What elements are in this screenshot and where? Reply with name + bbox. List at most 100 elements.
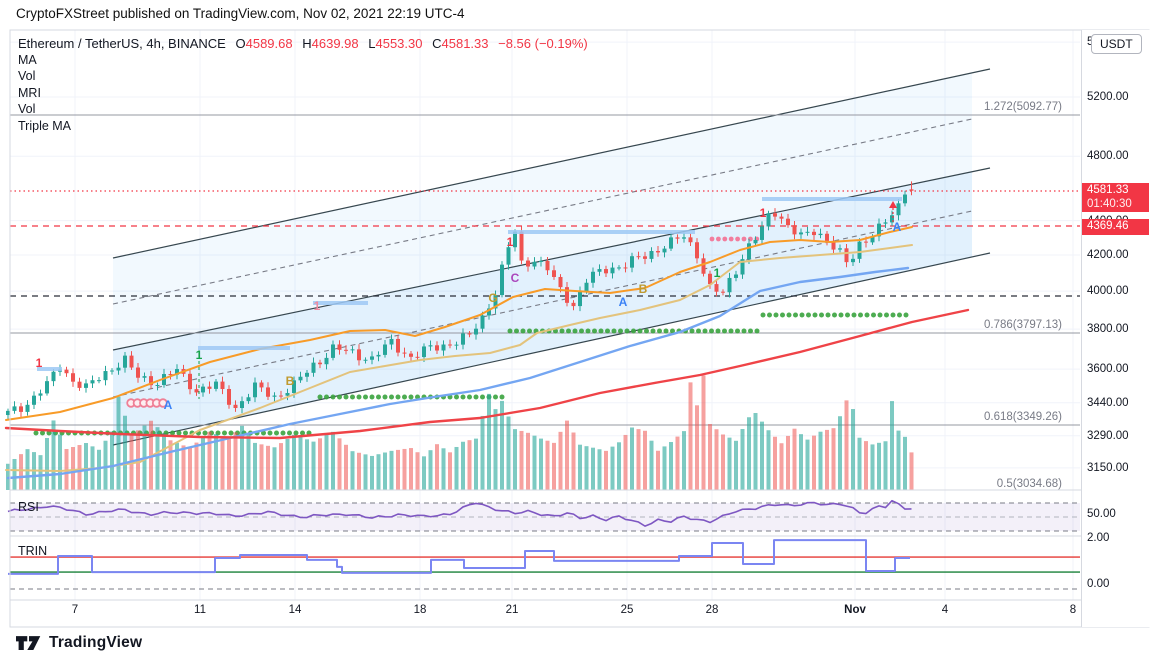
- ohlc-low: 4553.30: [375, 36, 423, 51]
- mri-green-dot: [877, 312, 883, 318]
- ohlc-close: 4581.33: [441, 36, 489, 51]
- time-axis-label: 18: [413, 604, 427, 616]
- mri-green-dot: [33, 430, 39, 436]
- mri-green-dot: [663, 328, 669, 334]
- mri-green-dot: [228, 430, 234, 436]
- mri-pink-dot: [709, 236, 715, 242]
- mri-green-dot: [884, 312, 889, 318]
- mri-green-dot: [460, 394, 466, 400]
- ohlc-close-key: C: [432, 36, 442, 51]
- trin-pane-label[interactable]: TRIN: [18, 544, 47, 558]
- mri-green-dot: [585, 328, 591, 334]
- time-axis-label: 25: [620, 604, 634, 616]
- mri-green-dot: [480, 394, 485, 400]
- wave-label: A: [163, 398, 173, 412]
- indicator-label-mri-2[interactable]: MRI: [18, 85, 71, 101]
- price-axis-label: 3290.00: [1087, 429, 1129, 442]
- mri-green-dot: [773, 312, 779, 318]
- time-axis-label: Nov: [844, 604, 866, 616]
- fib-level-label: 1.272(5092.77): [983, 101, 1062, 113]
- wave-label: C: [510, 271, 520, 285]
- alert-price-value: 4369.46: [1087, 220, 1129, 232]
- mri-green-dot: [389, 394, 394, 400]
- ohlc-change: −8.56 (−0.19%): [498, 36, 588, 51]
- time-axis-label: 7: [71, 604, 79, 616]
- time-axis-label: 4: [941, 604, 949, 616]
- tradingview-logo-icon: [16, 635, 41, 650]
- mri-green-dot: [559, 328, 565, 334]
- indicator-label-vol-3[interactable]: Vol: [18, 101, 71, 117]
- indicator-label-vol-1[interactable]: Vol: [18, 68, 71, 84]
- mri-green-dot: [267, 430, 273, 436]
- wave-label: 1: [195, 348, 203, 362]
- indicator-label-ma-0[interactable]: MA: [18, 52, 71, 68]
- mri-green-dot: [293, 430, 299, 436]
- mri-green-dot: [363, 394, 368, 400]
- wave-label: B: [638, 282, 648, 296]
- time-axis-label: 11: [194, 604, 206, 616]
- mri-pink-dot: [741, 236, 747, 242]
- mri-green-dot: [696, 328, 701, 334]
- rsi-axis-value: 50.00: [1087, 508, 1116, 520]
- alert-price-badge: 4369.46: [1082, 219, 1149, 235]
- mri-green-dot: [754, 328, 760, 334]
- price-axis-label: 4800.00: [1087, 150, 1129, 163]
- trin-axis-bottom-value: 0.00: [1087, 578, 1110, 590]
- wave-label: G: [488, 291, 498, 305]
- last-price-value: 4581.33: [1087, 184, 1129, 196]
- mri-green-dot: [454, 394, 459, 400]
- mri-green-dot: [473, 394, 479, 400]
- time-axis-label: 14: [288, 604, 302, 616]
- rsi-pane-label[interactable]: RSI: [18, 500, 39, 514]
- mri-pink-dot: [735, 236, 740, 242]
- currency-toggle-button[interactable]: USDT: [1091, 34, 1142, 54]
- mri-green-dot: [395, 394, 401, 400]
- fib-level-label: 0.786(3797.13): [983, 319, 1062, 331]
- time-axis-label: 28: [705, 604, 719, 616]
- mri-green-dot: [274, 430, 279, 436]
- ohlc-high-key: H: [302, 36, 312, 51]
- wave-label: 1: [35, 356, 43, 370]
- fib-level-label: 0.618(3349.26): [983, 411, 1062, 423]
- mri-green-dot: [176, 430, 182, 436]
- tradingview-brand-text: TradingView: [49, 634, 143, 651]
- price-axis[interactable]: 5600.005200.004800.004400.004200.004000.…: [1081, 30, 1151, 627]
- wave-label: A: [618, 295, 628, 309]
- mri-green-dot: [572, 328, 578, 334]
- mri-green-dot: [871, 312, 876, 318]
- mri-green-dot: [579, 328, 584, 334]
- mri-green-dot: [493, 394, 498, 400]
- fib-level-label: 0.5(3034.68): [996, 478, 1062, 490]
- mri-green-dot: [799, 312, 805, 318]
- mri-pink-dot: [728, 236, 734, 242]
- mri-green-dot: [222, 430, 227, 436]
- tradingview-attribution[interactable]: TradingView: [16, 631, 142, 655]
- trin-axis-top-value: 2.00: [1087, 532, 1110, 544]
- indicator-label-triple-ma-4[interactable]: Triple MA: [18, 118, 71, 134]
- mri-pink-dot: [722, 236, 728, 242]
- symbol-title[interactable]: Ethereum / TetherUS, 4h, BINANCE: [18, 36, 226, 51]
- symbol-legend: Ethereum / TetherUS, 4h, BINANCE O4589.6…: [18, 36, 588, 51]
- mri-green-dot: [741, 328, 747, 334]
- time-axis-label: 8: [1069, 604, 1077, 616]
- mri-green-dot: [337, 394, 342, 400]
- mri-green-dot: [767, 312, 772, 318]
- mri-green-dot: [202, 430, 208, 436]
- mri-green-dot: [858, 312, 863, 318]
- mri-green-dot: [356, 394, 362, 400]
- mri-green-dot: [832, 312, 837, 318]
- time-axis[interactable]: 7 11 14 18 21 25 28 Nov 4 8: [10, 601, 1080, 626]
- mri-green-dot: [611, 328, 617, 334]
- mri-green-dot: [280, 430, 286, 436]
- mri-green-dot: [507, 328, 513, 334]
- mri-green-dot: [825, 312, 831, 318]
- tradingview-screenshot: CryptoFXStreet published on TradingView.…: [0, 0, 1153, 659]
- wave-label: 1: [713, 266, 721, 280]
- mri-green-dot: [657, 328, 662, 334]
- mri-green-dot: [897, 312, 902, 318]
- last-price-badge: 4581.33 01:40:30: [1082, 183, 1149, 212]
- price-axis-label: 4000.00: [1087, 285, 1129, 298]
- mri-green-dot: [644, 328, 649, 334]
- wave-label: B: [285, 374, 295, 388]
- wave-label: 1: [506, 235, 514, 249]
